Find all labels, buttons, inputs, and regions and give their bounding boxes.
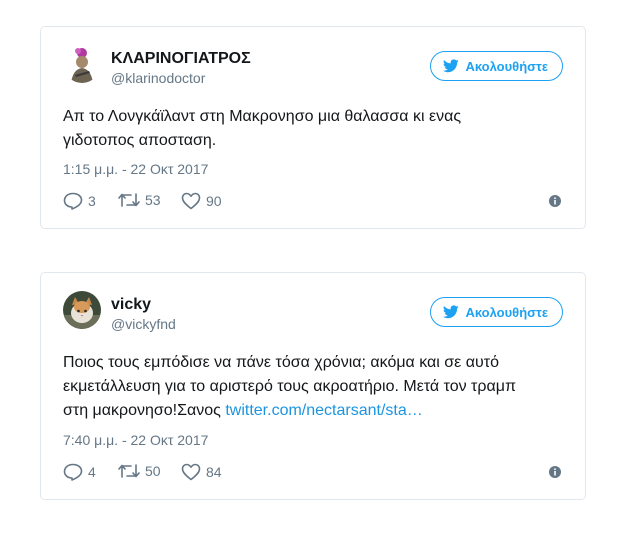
tweet-text-line: Ποιος τους εμπόδισε να πάνε τόσα χρόνια;…	[63, 354, 499, 371]
avatar[interactable]	[63, 45, 101, 83]
avatar[interactable]	[63, 291, 101, 329]
retweet-count: 50	[145, 463, 161, 479]
like-action[interactable]: 90	[181, 192, 222, 210]
like-action[interactable]: 84	[181, 463, 222, 481]
retweet-action[interactable]: 50	[118, 463, 161, 479]
tweet-header: vicky @vickyfnd Ακολουθήστε	[61, 291, 565, 339]
display-name[interactable]: ΚΛΑΡΙΝΟΓΙΑΤΡΟΣ	[111, 49, 251, 69]
tweet-text-line: Απ το Λονγκάϊλαντ στη Μακρονησο μια θαλα…	[63, 108, 462, 125]
like-icon	[181, 192, 201, 210]
follow-label: Ακολουθήστε	[465, 58, 548, 74]
tweet-card[interactable]: vicky @vickyfnd Ακολουθήστε Ποιος τους ε…	[40, 272, 586, 500]
user-names: ΚΛΑΡΙΝΟΓΙΑΤΡΟΣ @klarinodoctor	[111, 49, 251, 87]
tweet-timestamp[interactable]: 7:40 μ.μ. - 22 Οκτ 2017	[63, 432, 208, 448]
follow-label: Ακολουθήστε	[465, 304, 548, 320]
tweet-actions: 4 50 84	[63, 463, 565, 483]
reply-action[interactable]: 4	[63, 463, 96, 481]
tweet-actions: 3 53 90	[63, 192, 565, 212]
twitter-bird-icon	[443, 59, 460, 73]
follow-button[interactable]: Ακολουθήστε	[430, 297, 563, 327]
like-icon	[181, 463, 201, 481]
retweet-action[interactable]: 53	[118, 192, 161, 208]
tweet-timestamp[interactable]: 1:15 μ.μ. - 22 Οκτ 2017	[63, 161, 208, 177]
tweet-text-line: στη μακρονησο!Σανος twitter.com/nectarsa…	[63, 399, 565, 423]
retweet-icon	[118, 192, 140, 208]
tweet-link[interactable]: twitter.com/nectarsant/sta…	[225, 402, 422, 419]
tweet-text: Απ το Λονγκάϊλαντ στη Μακρονησο μια θαλα…	[63, 105, 565, 153]
info-icon[interactable]	[549, 465, 561, 483]
reply-icon	[63, 463, 83, 481]
user-handle[interactable]: @klarinodoctor	[111, 69, 251, 87]
tweet-text: Ποιος τους εμπόδισε να πάνε τόσα χρόνια;…	[63, 351, 565, 423]
reply-icon	[63, 192, 83, 210]
user-handle[interactable]: @vickyfnd	[111, 315, 176, 333]
tweet-card[interactable]: ΚΛΑΡΙΝΟΓΙΑΤΡΟΣ @klarinodoctor Ακολουθήστ…	[40, 26, 586, 229]
display-name[interactable]: vicky	[111, 295, 176, 315]
like-count: 90	[206, 193, 222, 209]
reply-action[interactable]: 3	[63, 192, 96, 210]
follow-button[interactable]: Ακολουθήστε	[430, 51, 563, 81]
tweet-header: ΚΛΑΡΙΝΟΓΙΑΤΡΟΣ @klarinodoctor Ακολουθήστ…	[61, 45, 565, 93]
user-names: vicky @vickyfnd	[111, 295, 176, 333]
retweet-icon	[118, 463, 140, 479]
reply-count: 3	[88, 193, 96, 209]
info-icon[interactable]	[549, 194, 561, 212]
retweet-count: 53	[145, 192, 161, 208]
twitter-bird-icon	[443, 305, 460, 319]
reply-count: 4	[88, 464, 96, 480]
tweet-text-fragment: στη μακρονησο!Σανος	[63, 402, 226, 419]
tweet-text-line: εκμετάλλευση για το αριστερό τους ακροατ…	[63, 378, 516, 395]
like-count: 84	[206, 464, 222, 480]
tweet-text-line: γιδοτοπος αποσταση.	[63, 132, 217, 149]
